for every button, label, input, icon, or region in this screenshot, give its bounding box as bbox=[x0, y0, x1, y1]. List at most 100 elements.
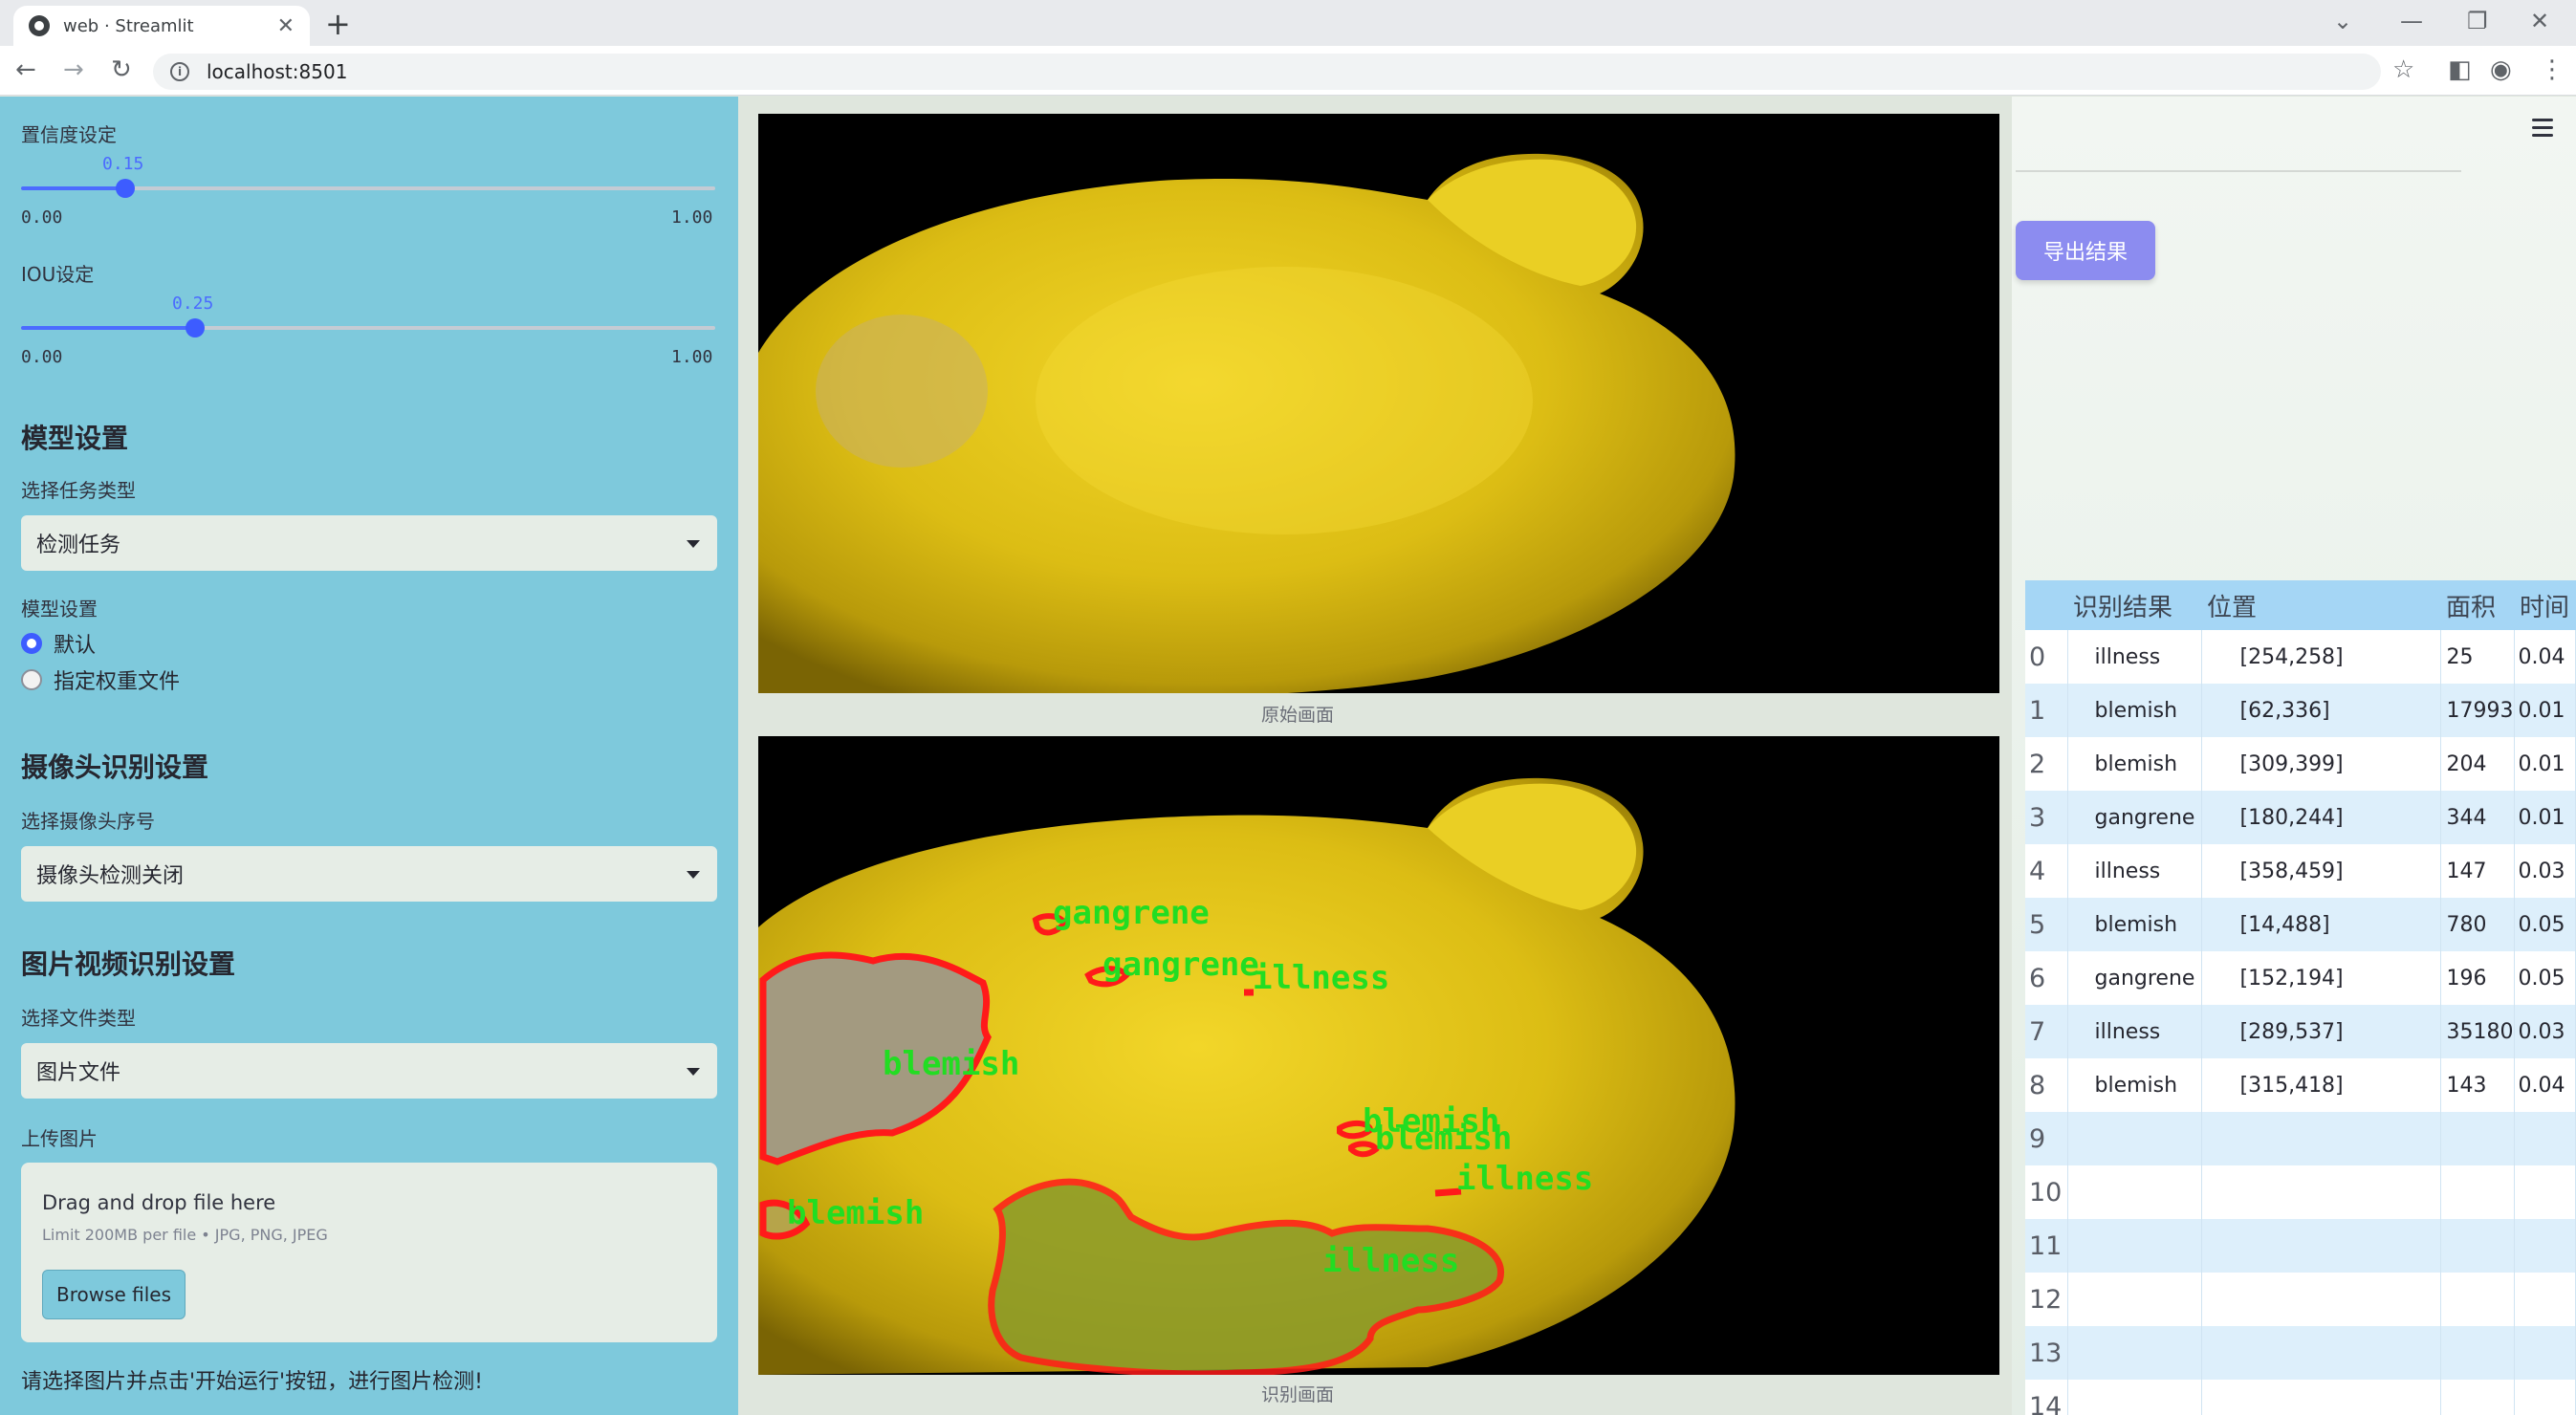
profile-avatar-icon[interactable]: ◉ bbox=[2490, 55, 2512, 84]
cell-pos: [180,244] bbox=[2201, 791, 2441, 844]
cell-name bbox=[2067, 1219, 2202, 1273]
overlay-label: illness bbox=[1253, 959, 1389, 997]
tab-title: web · Streamlit bbox=[63, 15, 194, 36]
table-row[interactable]: 0 illness [254,258] 25 0.04 bbox=[2025, 630, 2576, 684]
original-image bbox=[758, 114, 1999, 693]
iou-min: 0.00 bbox=[21, 347, 63, 367]
radio-custom-weights[interactable]: 指定权重文件 bbox=[21, 664, 180, 695]
index-header bbox=[2025, 580, 2067, 630]
column-header-area[interactable]: 面积 bbox=[2440, 580, 2514, 630]
cell-name bbox=[2067, 1273, 2202, 1326]
cell-time bbox=[2514, 1165, 2576, 1219]
cell-area bbox=[2440, 1112, 2515, 1165]
browser-menu-icon[interactable]: ⋮ bbox=[2540, 55, 2565, 84]
table-row[interactable]: 2 blemish [309,399] 204 0.01 bbox=[2025, 737, 2576, 791]
back-icon[interactable]: ← bbox=[15, 55, 36, 84]
table-row[interactable]: 9 bbox=[2025, 1112, 2576, 1165]
cell-pos: [254,258] bbox=[2201, 630, 2441, 684]
table-row[interactable]: 6 gangrene [152,194] 196 0.05 bbox=[2025, 951, 2576, 1005]
cell-idx: 3 bbox=[2025, 791, 2068, 844]
radio-unselected-icon[interactable] bbox=[21, 669, 42, 690]
model-settings-heading: 模型设置 bbox=[21, 423, 129, 454]
close-tab-icon[interactable]: ✕ bbox=[277, 14, 295, 38]
table-row[interactable]: 5 blemish [14,488] 780 0.05 bbox=[2025, 898, 2576, 951]
cell-time bbox=[2514, 1112, 2576, 1165]
confidence-slider[interactable] bbox=[21, 179, 715, 198]
radio-custom-label: 指定权重文件 bbox=[54, 670, 181, 694]
forward-icon[interactable]: → bbox=[63, 55, 84, 84]
close-window-icon[interactable]: ✕ bbox=[2530, 8, 2549, 34]
model-setting-label: 模型设置 bbox=[21, 598, 98, 620]
result-image: gangrene gangrene illness blemish blemis… bbox=[758, 736, 1999, 1375]
iou-value: 0.25 bbox=[172, 294, 214, 314]
cell-name bbox=[2067, 1326, 2202, 1380]
overlay-label: blemish bbox=[1375, 1120, 1512, 1158]
column-header-position[interactable]: 位置 bbox=[2201, 580, 2440, 630]
table-row[interactable]: 1 blemish [62,336] 17993 0.01 bbox=[2025, 684, 2576, 737]
file-type-select[interactable]: 图片文件 bbox=[21, 1043, 717, 1099]
lemon-result-graphic: gangrene gangrene illness blemish blemis… bbox=[758, 736, 1999, 1375]
cell-name: illness bbox=[2067, 1005, 2202, 1058]
new-tab-icon[interactable]: + bbox=[325, 6, 351, 42]
table-row[interactable]: 14 bbox=[2025, 1380, 2576, 1415]
results-table-body: 0 illness [254,258] 25 0.04 1 blemish [62,336] 1… bbox=[2025, 630, 2576, 1415]
cell-pos bbox=[2201, 1273, 2441, 1326]
radio-default[interactable]: 默认 bbox=[21, 628, 96, 659]
table-row[interactable]: 10 bbox=[2025, 1165, 2576, 1219]
file-uploader-dropzone[interactable]: Drag and drop file here Limit 200MB per … bbox=[21, 1163, 717, 1342]
table-row[interactable]: 4 illness [358,459] 147 0.03 bbox=[2025, 844, 2576, 898]
cell-pos bbox=[2201, 1112, 2441, 1165]
reload-icon[interactable]: ↻ bbox=[111, 55, 132, 84]
radio-selected-icon[interactable] bbox=[21, 633, 42, 654]
confidence-slider-fill bbox=[21, 186, 125, 190]
tab-search-icon[interactable]: ⌄ bbox=[2333, 8, 2352, 34]
site-info-icon[interactable]: i bbox=[170, 62, 189, 81]
cell-name: blemish bbox=[2067, 684, 2202, 737]
column-header-time[interactable]: 时间 bbox=[2514, 580, 2576, 630]
url-field[interactable]: i localhost:8501 bbox=[153, 54, 2381, 90]
cell-idx: 14 bbox=[2025, 1380, 2068, 1415]
camera-select[interactable]: 摄像头检测关闭 bbox=[21, 846, 717, 902]
table-row[interactable]: 11 bbox=[2025, 1219, 2576, 1273]
iou-slider-thumb[interactable] bbox=[186, 318, 205, 337]
cell-pos bbox=[2201, 1165, 2441, 1219]
file-type-label: 选择文件类型 bbox=[21, 1007, 136, 1030]
table-row[interactable]: 12 bbox=[2025, 1273, 2576, 1326]
side-panel-icon[interactable]: ◧ bbox=[2448, 55, 2472, 84]
footer-hint: 请选择图片并点击'开始运行'按钮，进行图片检测! bbox=[21, 1370, 483, 1394]
cell-pos: [315,418] bbox=[2201, 1058, 2441, 1112]
iou-slider[interactable] bbox=[21, 318, 715, 337]
url-text: localhost:8501 bbox=[207, 60, 348, 83]
task-type-select[interactable]: 检测任务 bbox=[21, 515, 717, 571]
table-row[interactable]: 3 gangrene [180,244] 344 0.01 bbox=[2025, 791, 2576, 844]
cell-time bbox=[2514, 1219, 2576, 1273]
iou-slider-fill bbox=[21, 326, 195, 330]
cell-time: 0.03 bbox=[2514, 844, 2576, 898]
browse-files-button[interactable]: Browse files bbox=[42, 1270, 186, 1319]
confidence-value: 0.15 bbox=[102, 154, 144, 174]
camera-select-value: 摄像头检测关闭 bbox=[36, 864, 185, 888]
minimize-icon[interactable]: — bbox=[2400, 8, 2423, 34]
bookmark-star-icon[interactable]: ☆ bbox=[2392, 55, 2414, 84]
cell-time: 0.04 bbox=[2514, 630, 2576, 684]
cell-name: gangrene bbox=[2067, 951, 2202, 1005]
table-row[interactable]: 8 blemish [315,418] 143 0.04 bbox=[2025, 1058, 2576, 1112]
streamlit-favicon-icon bbox=[29, 15, 50, 36]
cell-idx: 1 bbox=[2025, 684, 2068, 737]
table-row[interactable]: 13 bbox=[2025, 1326, 2576, 1380]
chevron-down-icon bbox=[687, 871, 700, 879]
cell-idx: 11 bbox=[2025, 1219, 2068, 1273]
cell-name bbox=[2067, 1380, 2202, 1415]
overlay-label: illness bbox=[1322, 1242, 1459, 1280]
column-header-result[interactable]: 识别结果 bbox=[2067, 580, 2201, 630]
hamburger-menu-icon[interactable] bbox=[2532, 119, 2553, 142]
cell-area: 204 bbox=[2440, 737, 2515, 791]
browser-tab[interactable]: web · Streamlit ✕ bbox=[13, 6, 310, 46]
confidence-slider-thumb[interactable] bbox=[116, 179, 135, 198]
cell-area bbox=[2440, 1273, 2515, 1326]
restore-icon[interactable]: ❐ bbox=[2467, 8, 2488, 34]
table-row[interactable]: 7 illness [289,537] 35180 0.03 bbox=[2025, 1005, 2576, 1058]
cell-pos bbox=[2201, 1380, 2441, 1415]
cell-idx: 13 bbox=[2025, 1326, 2068, 1380]
export-results-button[interactable]: 导出结果 bbox=[2016, 221, 2155, 280]
